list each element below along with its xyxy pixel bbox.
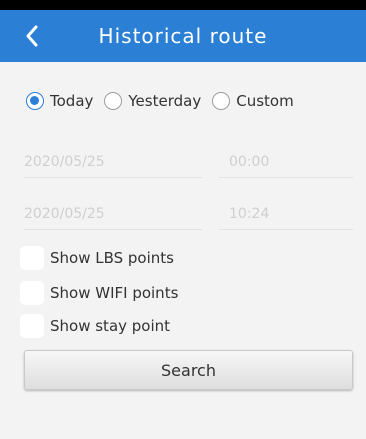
start-time-value: 00:00 xyxy=(229,153,270,170)
show-stay-point-label: Show stay point xyxy=(50,317,171,335)
radio-yesterday-circle[interactable] xyxy=(104,92,123,110)
end-date-field[interactable]: 2020/05/25 xyxy=(24,198,202,230)
show-wifi-points-checkbox[interactable] xyxy=(20,281,44,305)
start-time-field[interactable]: 00:00 xyxy=(219,146,353,178)
status-bar xyxy=(0,0,366,10)
show-stay-point-option[interactable]: Show stay point xyxy=(20,312,170,340)
show-lbs-points-label: Show LBS points xyxy=(50,249,174,267)
radio-custom-circle[interactable] xyxy=(212,92,231,110)
page-title: Historical route xyxy=(98,24,268,48)
end-date-value: 2020/05/25 xyxy=(24,205,105,222)
radio-today-circle[interactable] xyxy=(26,92,44,110)
show-lbs-points-checkbox[interactable] xyxy=(20,246,44,270)
radio-yesterday[interactable]: Yesterday xyxy=(104,92,201,110)
start-date-value: 2020/05/25 xyxy=(24,153,105,170)
radio-yesterday-label: Yesterday xyxy=(128,92,202,110)
start-date-field[interactable]: 2020/05/25 xyxy=(24,146,202,178)
show-wifi-points-option[interactable]: Show WIFI points xyxy=(20,279,178,307)
radio-today-label: Today xyxy=(50,92,94,110)
radio-custom-label: Custom xyxy=(236,92,294,110)
show-stay-point-checkbox[interactable] xyxy=(20,314,44,338)
show-lbs-points-option[interactable]: Show LBS points xyxy=(20,244,174,272)
search-button[interactable]: Search xyxy=(24,350,353,390)
radio-today[interactable]: Today xyxy=(26,92,93,110)
end-time-field[interactable]: 10:24 xyxy=(219,198,353,230)
date-range-selector: Today Yesterday Custom xyxy=(26,88,294,114)
show-wifi-points-label: Show WIFI points xyxy=(50,284,179,302)
radio-custom[interactable]: Custom xyxy=(212,92,294,110)
end-time-value: 10:24 xyxy=(229,205,270,222)
app-header: Historical route xyxy=(0,10,366,62)
